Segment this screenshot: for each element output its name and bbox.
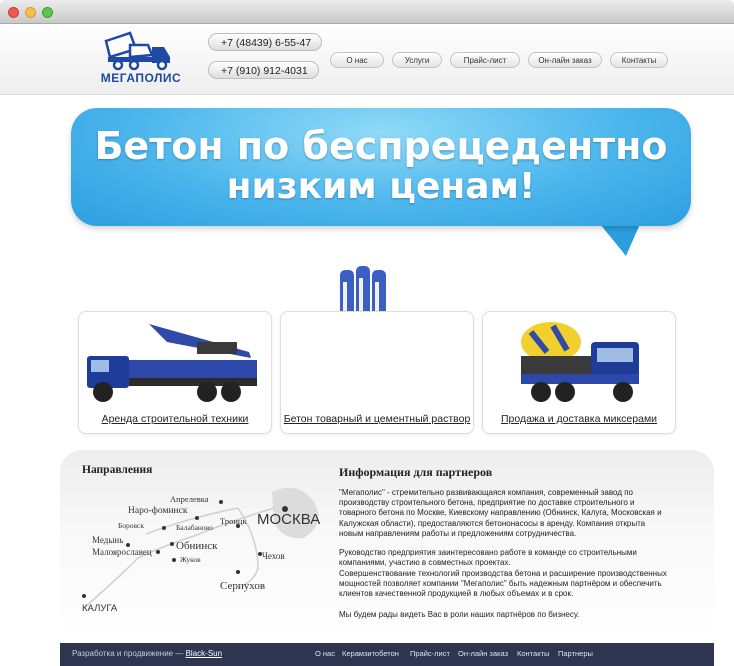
card-label[interactable]: Продажа и доставка миксерами xyxy=(483,413,675,425)
footer-link-contacts[interactable]: Контакты xyxy=(517,649,549,658)
city-serpukhov: Серпухов xyxy=(220,580,266,592)
partners-title: Информация для партнеров xyxy=(339,465,493,479)
nav-contacts[interactable]: Контакты xyxy=(610,52,668,68)
footer-link-pricelist[interactable]: Прайс-лист xyxy=(410,649,450,658)
concrete-truck-logo-icon xyxy=(104,31,170,71)
city-zhukov: Жуков xyxy=(180,555,201,564)
footer-link-about[interactable]: О нас xyxy=(315,649,335,658)
footer-credit-prefix: Разработка и продвижение — xyxy=(72,649,184,658)
hero-headline-line-1: Бетон по беспрецедентно xyxy=(94,124,668,168)
logo[interactable]: МЕГАПОЛИС xyxy=(86,27,196,93)
city-medyn: Медынь xyxy=(92,535,124,545)
partners-paragraph-3: Совершенствование технологий производств… xyxy=(339,569,667,599)
nav-about[interactable]: О нас xyxy=(330,52,384,68)
phone-number-2[interactable]: +7 (910) 912-4031 xyxy=(208,61,319,79)
nav-online-order[interactable]: Он-лайн заказ xyxy=(528,52,602,68)
city-chekhov: Чехов xyxy=(262,551,285,561)
footer-credit: Разработка и продвижение — Black-Sun xyxy=(72,649,222,658)
phone-number-1[interactable]: +7 (48439) 6-55-47 xyxy=(208,33,323,51)
footer-link-partners[interactable]: Партнеры xyxy=(558,649,593,658)
partners-paragraph-1: "Мегаполис" - стремительно развивающаяся… xyxy=(339,488,662,538)
footer-link-keramzitobeton[interactable]: Керамзитобетон xyxy=(342,649,399,658)
nav-pricelist[interactable]: Прайс-лист xyxy=(450,52,520,68)
window-titlebar xyxy=(0,0,734,24)
apr-dot xyxy=(219,500,223,504)
service-card-concrete[interactable]: Бетон товарный и цементный раствор xyxy=(280,311,474,434)
hero-headline-line-2: низким ценам! xyxy=(226,166,536,207)
city-maloyaroslavets: Малоярославец xyxy=(92,547,152,557)
nav-services[interactable]: Услуги xyxy=(392,52,442,68)
close-window-button[interactable] xyxy=(8,7,19,18)
city-naro-fominsk: Наро-фоминск xyxy=(128,506,188,516)
maximize-window-button[interactable] xyxy=(42,7,53,18)
city-balabanovo: Балабаново xyxy=(176,523,213,532)
hero-banner: Бетон по беспрецедентно низким ценам! xyxy=(71,108,691,226)
site-header: МЕГАПОЛИС +7 (48439) 6-55-47 +7 (910) 91… xyxy=(0,25,734,95)
service-card-equipment-rental[interactable]: Аренда строительной техники xyxy=(78,311,272,434)
city-borovsk: Боровск xyxy=(118,521,145,530)
site-footer: Разработка и продвижение — Black-Sun О н… xyxy=(60,643,714,666)
pump-truck-image xyxy=(87,324,257,402)
footer-credit-link[interactable]: Black-Sun xyxy=(186,649,222,658)
directions-title: Направления xyxy=(82,464,153,476)
card-label[interactable]: Аренда строительной техники xyxy=(79,413,271,425)
partners-paragraph-4: Мы будем рады видеть Вас в роли наших па… xyxy=(339,610,580,619)
minimize-window-button[interactable] xyxy=(25,7,36,18)
card-label[interactable]: Бетон товарный и цементный раствор xyxy=(281,413,473,425)
logo-text: МЕГАПОЛИС xyxy=(100,71,182,85)
footer-link-online-order[interactable]: Он-лайн заказ xyxy=(458,649,508,658)
city-aprelevka: Апрелевка xyxy=(170,494,209,504)
city-troitsk: Троицк xyxy=(220,516,247,526)
partners-paragraph-2: Руководство предприятия заинтересовано р… xyxy=(339,548,637,568)
city-kaluga: КАЛУГА xyxy=(82,603,118,614)
service-card-mixer-delivery[interactable]: Продажа и доставка миксерами xyxy=(482,311,676,434)
mixer-truck-image xyxy=(521,322,639,402)
city-obninsk: Обнинск xyxy=(176,540,218,552)
city-moscow: МОСКВА xyxy=(257,511,321,528)
